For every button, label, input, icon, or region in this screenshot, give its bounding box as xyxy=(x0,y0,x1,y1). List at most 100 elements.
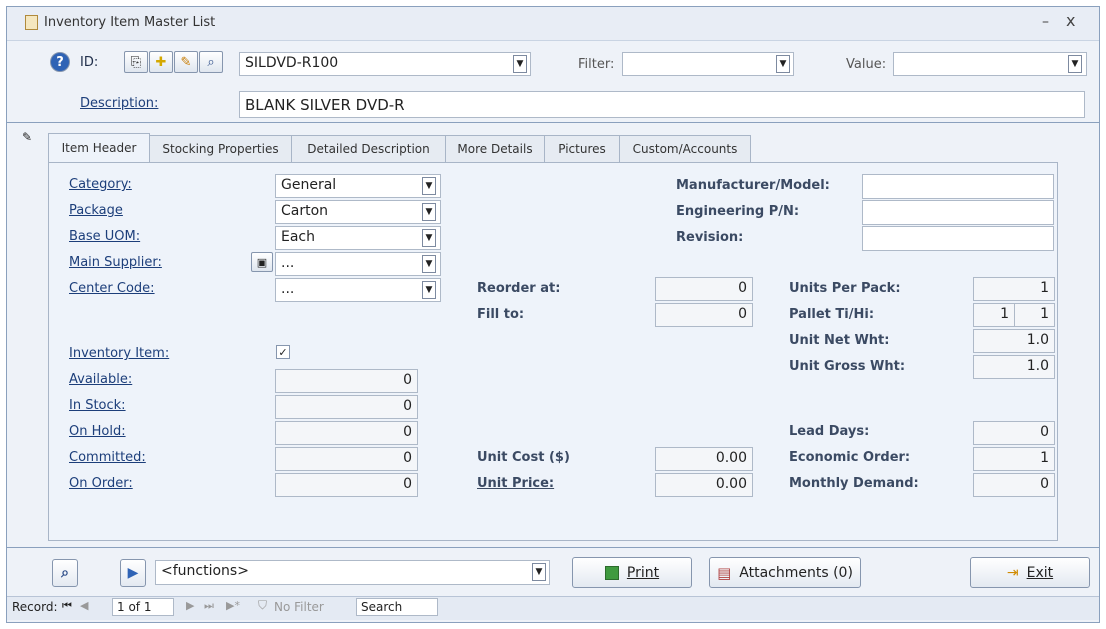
id-combo[interactable]: SILDVD-R100 xyxy=(239,52,531,76)
print-button[interactable]: Print xyxy=(572,557,692,588)
units-per-pack-label: Units Per Pack: xyxy=(789,281,901,296)
description-field[interactable]: BLANK SILVER DVD-R xyxy=(239,91,1085,118)
prev-record-icon[interactable]: ◀ xyxy=(80,599,88,612)
new-record-icon[interactable]: ▶* xyxy=(226,599,240,612)
minimize-icon[interactable]: – xyxy=(1042,14,1049,30)
pallet-ti-field[interactable]: 1 xyxy=(973,303,1015,327)
functions-dropdown-icon[interactable]: ▼ xyxy=(532,563,546,581)
inventory-item-checkbox[interactable]: ✓ xyxy=(276,345,290,359)
tab-pictures[interactable]: Pictures xyxy=(544,135,620,162)
no-filter-label[interactable]: No Filter xyxy=(274,600,324,614)
base-uom-dropdown-icon[interactable]: ▼ xyxy=(422,229,436,247)
exit-label: Exit xyxy=(1026,564,1054,581)
unit-gross-field[interactable]: 1.0 xyxy=(973,355,1055,379)
center-code-dropdown-icon[interactable]: ▼ xyxy=(422,281,436,299)
print-icon xyxy=(604,565,619,580)
units-per-pack-field[interactable]: 1 xyxy=(973,277,1055,301)
binoculars-button[interactable]: ⌕ xyxy=(52,559,78,587)
record-position-field[interactable]: 1 of 1 xyxy=(112,598,174,616)
main-supplier-label[interactable]: Main Supplier: xyxy=(69,255,162,270)
unit-price-label[interactable]: Unit Price: xyxy=(477,476,554,491)
help-icon[interactable]: ? xyxy=(50,52,70,72)
revision-label: Revision: xyxy=(676,230,744,245)
reorder-field[interactable]: 0 xyxy=(655,277,753,301)
package-combo[interactable]: Carton xyxy=(275,200,441,224)
record-selector-icon[interactable]: ✎ xyxy=(22,130,32,144)
main-supplier-combo[interactable]: ... xyxy=(275,252,441,276)
manufacturer-field[interactable] xyxy=(862,174,1054,199)
economic-order-field[interactable]: 1 xyxy=(973,447,1055,471)
id-label: ID: xyxy=(80,55,99,70)
fill-to-label: Fill to: xyxy=(477,307,525,322)
record-label: Record: xyxy=(12,600,58,614)
close-icon[interactable]: x xyxy=(1066,11,1075,30)
value-dropdown-icon[interactable]: ▼ xyxy=(1068,55,1082,73)
functions-combo[interactable]: <functions> xyxy=(155,560,550,585)
center-code-combo[interactable]: ... xyxy=(275,278,441,302)
exit-button[interactable]: ⇥ Exit xyxy=(970,557,1090,588)
unit-cost-field[interactable]: 0.00 xyxy=(655,447,753,471)
available-field: 0 xyxy=(275,369,418,393)
unit-net-field[interactable]: 1.0 xyxy=(973,329,1055,353)
pallet-label: Pallet Ti/Hi: xyxy=(789,307,875,322)
lead-days-label: Lead Days: xyxy=(789,424,870,439)
copy-record-icon[interactable]: ⎘ xyxy=(124,51,148,73)
in-stock-field: 0 xyxy=(275,395,418,419)
engineering-field[interactable] xyxy=(862,200,1054,225)
on-order-label[interactable]: On Order: xyxy=(69,476,133,491)
manufacturer-label: Manufacturer/Model: xyxy=(676,178,830,193)
reorder-label: Reorder at: xyxy=(477,281,561,296)
tab-detailed-description[interactable]: Detailed Description xyxy=(291,135,446,162)
unit-net-label: Unit Net Wht: xyxy=(789,333,890,348)
no-filter-icon[interactable]: ⛉ xyxy=(258,598,267,613)
attachments-button[interactable]: ▤ Attachments (0) xyxy=(709,557,861,588)
run-function-button[interactable]: ▶ xyxy=(120,559,146,587)
main-supplier-dropdown-icon[interactable]: ▼ xyxy=(422,255,436,273)
category-label[interactable]: Category: xyxy=(69,177,132,192)
pallet-hi-field[interactable]: 1 xyxy=(1014,303,1055,327)
on-hold-label[interactable]: On Hold: xyxy=(69,424,126,439)
monthly-demand-field[interactable]: 0 xyxy=(973,473,1055,497)
lead-days-field[interactable]: 0 xyxy=(973,421,1055,445)
add-record-icon[interactable]: ✚ xyxy=(149,51,173,73)
base-uom-label[interactable]: Base UOM: xyxy=(69,229,140,244)
value-combo[interactable] xyxy=(893,52,1087,76)
id-dropdown-icon[interactable]: ▼ xyxy=(513,55,527,73)
unit-gross-label: Unit Gross Wht: xyxy=(789,359,906,374)
edit-record-icon[interactable]: ✎ xyxy=(174,51,198,73)
base-uom-combo[interactable]: Each xyxy=(275,226,441,250)
category-dropdown-icon[interactable]: ▼ xyxy=(422,177,436,195)
attachments-label: Attachments (0) xyxy=(739,564,853,581)
in-stock-label[interactable]: In Stock: xyxy=(69,398,126,413)
fill-to-field[interactable]: 0 xyxy=(655,303,753,327)
first-record-icon[interactable]: ⏮ xyxy=(62,599,72,613)
on-order-field: 0 xyxy=(275,473,418,497)
filter-dropdown-icon[interactable]: ▼ xyxy=(776,55,790,73)
unit-price-field[interactable]: 0.00 xyxy=(655,473,753,497)
supplier-lookup-icon[interactable]: ▣ xyxy=(251,252,273,272)
available-label[interactable]: Available: xyxy=(69,372,132,387)
inventory-item-label: Inventory Item: xyxy=(69,346,170,361)
unit-cost-label: Unit Cost ($) xyxy=(477,450,570,465)
value-label: Value: xyxy=(846,57,887,72)
exit-icon: ⇥ xyxy=(1006,564,1019,581)
committed-field: 0 xyxy=(275,447,418,471)
package-dropdown-icon[interactable]: ▼ xyxy=(422,203,436,221)
last-record-icon[interactable]: ⏭ xyxy=(204,599,214,613)
find-record-icon[interactable]: ⌕ xyxy=(199,51,223,73)
tab-stocking-properties[interactable]: Stocking Properties xyxy=(149,135,292,162)
tab-more-details[interactable]: More Details xyxy=(445,135,545,162)
form-icon xyxy=(25,15,38,30)
tab-custom-accounts[interactable]: Custom/Accounts xyxy=(619,135,751,162)
next-record-icon[interactable]: ▶ xyxy=(186,599,194,612)
description-label[interactable]: Description: xyxy=(80,96,158,111)
committed-label[interactable]: Committed: xyxy=(69,450,146,465)
center-code-label[interactable]: Center Code: xyxy=(69,281,155,296)
revision-field[interactable] xyxy=(862,226,1054,251)
search-field[interactable]: Search xyxy=(356,598,438,616)
package-label[interactable]: Package xyxy=(69,203,123,218)
monthly-demand-label: Monthly Demand: xyxy=(789,476,919,491)
category-combo[interactable]: General xyxy=(275,174,441,198)
filter-combo[interactable] xyxy=(622,52,794,76)
tab-item-header[interactable]: Item Header xyxy=(48,133,150,162)
